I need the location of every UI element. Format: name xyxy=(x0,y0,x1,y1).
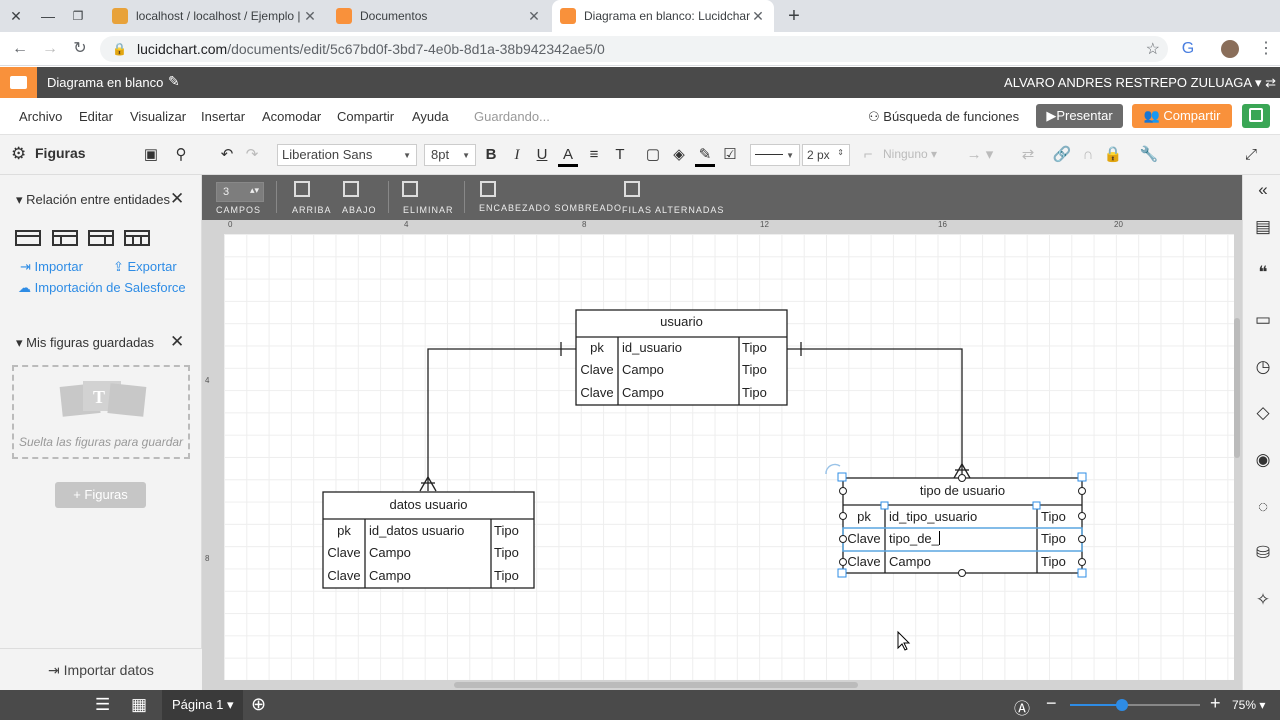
entity-type-cell[interactable]: Tipo xyxy=(494,523,519,538)
list-view-icon[interactable]: ☰ xyxy=(95,695,110,715)
entity-field-editing-input[interactable]: tipo_de_ xyxy=(889,531,939,546)
entity-field-cell[interactable]: Campo xyxy=(622,362,664,377)
page-select[interactable]: Página 1 ▾ xyxy=(162,690,244,720)
relationship-connector-tipo[interactable] xyxy=(787,342,971,479)
entity-field-cell[interactable]: Campo xyxy=(622,385,664,400)
mouse-cursor-icon xyxy=(897,630,911,651)
entity-type-cell[interactable]: Tipo xyxy=(742,362,767,377)
zoom-select[interactable]: 75% ▾ xyxy=(1232,698,1265,712)
entity-key-cell[interactable]: pk xyxy=(843,509,885,524)
zoom-out-icon[interactable]: − xyxy=(1046,693,1057,714)
entity-field-cell[interactable]: Campo xyxy=(369,545,411,560)
grid-view-icon[interactable]: ▦ xyxy=(131,695,147,715)
entity-field-cell[interactable]: id_datos usuario xyxy=(369,523,464,538)
entity-key-cell[interactable]: Clave xyxy=(323,568,365,583)
entity-type-cell[interactable]: Tipo xyxy=(1041,509,1066,524)
zoom-slider-knob[interactable] xyxy=(1116,699,1128,711)
zoom-value: 75% xyxy=(1232,698,1257,712)
page-label: Página 1 xyxy=(172,697,224,712)
entity-title[interactable]: usuario xyxy=(576,314,787,329)
diagram-layer xyxy=(322,309,1087,651)
add-page-icon[interactable]: ⊕ xyxy=(251,694,266,715)
entity-type-cell[interactable]: Tipo xyxy=(742,385,767,400)
zoom-in-icon[interactable]: + xyxy=(1210,693,1221,714)
navigation-icon[interactable]: Ⓐ xyxy=(1014,695,1030,719)
relationship-connector-datos[interactable] xyxy=(419,342,576,492)
entity-type-cell[interactable]: Tipo xyxy=(742,340,767,355)
vertical-scrollbar[interactable] xyxy=(1234,318,1240,458)
text-caret xyxy=(939,531,940,545)
entity-field-cell[interactable]: Campo xyxy=(889,554,931,569)
entity-type-cell[interactable]: Tipo xyxy=(1041,554,1066,569)
zoom-slider[interactable] xyxy=(1070,704,1200,706)
entity-key-cell[interactable]: pk xyxy=(576,340,618,355)
entity-key-cell[interactable]: pk xyxy=(323,523,365,538)
entity-type-cell[interactable]: Tipo xyxy=(494,545,519,560)
entity-type-cell[interactable]: Tipo xyxy=(1041,531,1066,546)
entity-title[interactable]: tipo de usuario xyxy=(843,483,1082,498)
entity-key-cell[interactable]: Clave xyxy=(843,554,885,569)
entity-key-cell[interactable]: Clave xyxy=(323,545,365,560)
entity-title[interactable]: datos usuario xyxy=(323,497,534,512)
entity-field-cell[interactable]: Campo xyxy=(369,568,411,583)
entity-key-cell[interactable]: Clave xyxy=(576,385,618,400)
entity-key-cell[interactable]: Clave xyxy=(576,362,618,377)
entity-field-cell[interactable]: id_tipo_usuario xyxy=(889,509,977,524)
entity-field-cell[interactable]: id_usuario xyxy=(622,340,682,355)
bottom-bar: ☰ ▦ Página 1 ▾ ⊕ Ⓐ − + 75% ▾ xyxy=(0,690,1280,720)
zoom-slider-fill xyxy=(1070,704,1122,706)
entity-key-cell[interactable]: Clave xyxy=(843,531,885,546)
entity-type-cell[interactable]: Tipo xyxy=(494,568,519,583)
horizontal-scrollbar[interactable] xyxy=(454,682,858,688)
